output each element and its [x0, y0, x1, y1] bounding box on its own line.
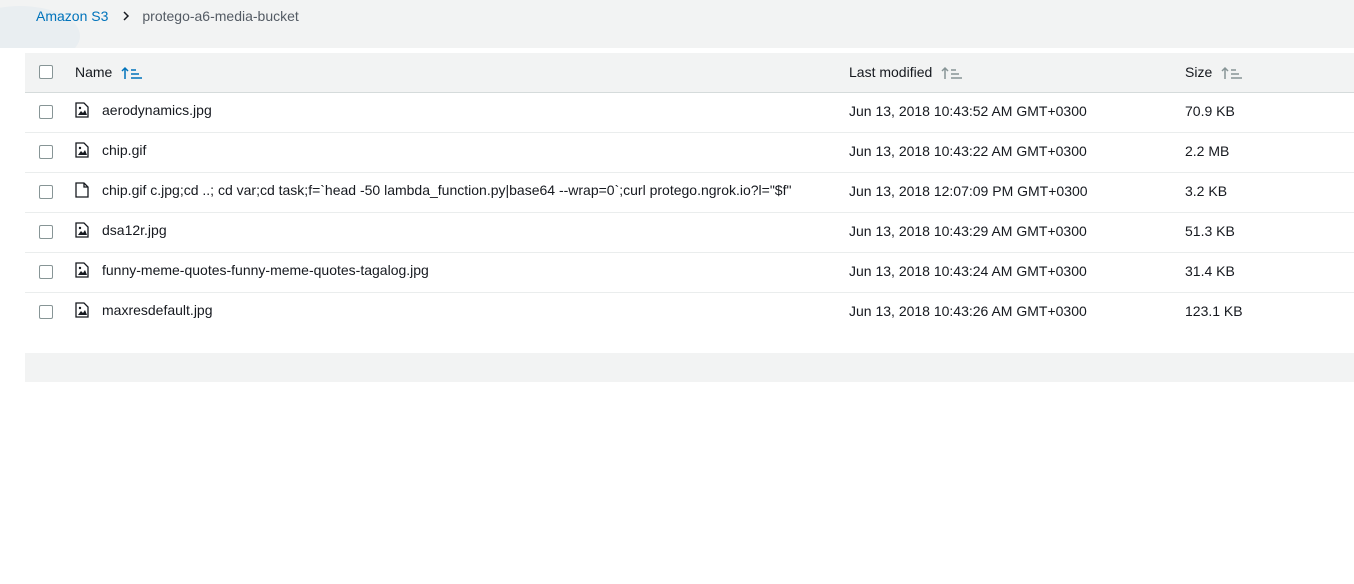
table-footer	[25, 353, 1354, 382]
object-name-link[interactable]: aerodynamics.jpg	[102, 102, 212, 118]
chevron-right-icon	[122, 11, 130, 21]
object-name-link[interactable]: chip.gif c.jpg;cd ..; cd var;cd task;f=`…	[102, 182, 791, 198]
row-modified: Jun 13, 2018 12:07:09 PM GMT+0300	[849, 183, 1088, 199]
object-name-link[interactable]: funny-meme-quotes-funny-meme-quotes-taga…	[102, 262, 429, 278]
image-file-icon	[75, 142, 93, 158]
column-header-last-modified[interactable]: Last modified	[849, 64, 963, 80]
row-checkbox[interactable]	[39, 105, 53, 119]
row-name-cell: maxresdefault.jpg	[75, 302, 213, 318]
sort-ascending-icon[interactable]	[121, 66, 143, 80]
sort-icon[interactable]	[1221, 66, 1243, 80]
breadcrumb-amazon-s3-link[interactable]: Amazon S3	[36, 8, 108, 24]
table-row[interactable]: maxresdefault.jpg Jun 13, 2018 10:43:26 …	[25, 293, 1354, 332]
row-checkbox[interactable]	[39, 305, 53, 319]
sort-icon[interactable]	[941, 66, 963, 80]
row-modified: Jun 13, 2018 10:43:52 AM GMT+0300	[849, 103, 1087, 119]
table-row[interactable]: aerodynamics.jpg Jun 13, 2018 10:43:52 A…	[25, 93, 1354, 133]
column-header-name-label: Name	[75, 64, 113, 80]
objects-table: Name Last modified Size aerodynamics.jpg…	[25, 53, 1354, 332]
row-name-cell: chip.gif	[75, 142, 146, 158]
table-row[interactable]: chip.gif Jun 13, 2018 10:43:22 AM GMT+03…	[25, 133, 1354, 173]
row-size: 31.4 KB	[1185, 263, 1235, 279]
row-modified: Jun 13, 2018 10:43:29 AM GMT+0300	[849, 223, 1087, 239]
row-modified: Jun 13, 2018 10:43:24 AM GMT+0300	[849, 263, 1087, 279]
image-file-icon	[75, 262, 93, 278]
row-name-cell: aerodynamics.jpg	[75, 102, 212, 118]
row-name-cell: dsa12r.jpg	[75, 222, 167, 238]
table-row[interactable]: dsa12r.jpg Jun 13, 2018 10:43:29 AM GMT+…	[25, 213, 1354, 253]
breadcrumb: Amazon S3 protego-a6-media-bucket	[36, 7, 299, 25]
image-file-icon	[75, 222, 93, 238]
top-bar: Amazon S3 protego-a6-media-bucket	[0, 0, 1354, 48]
table-row[interactable]: funny-meme-quotes-funny-meme-quotes-taga…	[25, 253, 1354, 293]
row-name-cell: chip.gif c.jpg;cd ..; cd var;cd task;f=`…	[75, 182, 791, 198]
row-size: 70.9 KB	[1185, 103, 1235, 119]
row-size: 3.2 KB	[1185, 183, 1228, 199]
row-checkbox[interactable]	[39, 185, 53, 199]
row-modified: Jun 13, 2018 10:43:22 AM GMT+0300	[849, 143, 1087, 159]
column-header-size-label: Size	[1185, 64, 1213, 80]
row-size: 123.1 KB	[1185, 303, 1243, 319]
row-checkbox[interactable]	[39, 225, 53, 239]
object-name-link[interactable]: dsa12r.jpg	[102, 222, 167, 238]
row-size: 2.2 MB	[1185, 143, 1230, 159]
object-name-link[interactable]: maxresdefault.jpg	[102, 302, 213, 318]
image-file-icon	[75, 302, 93, 318]
row-name-cell: funny-meme-quotes-funny-meme-quotes-taga…	[75, 262, 429, 278]
row-size: 51.3 KB	[1185, 223, 1235, 239]
table-header: Name Last modified Size	[25, 53, 1354, 93]
select-all-checkbox[interactable]	[39, 65, 53, 79]
image-file-icon	[75, 102, 93, 118]
column-header-name[interactable]: Name	[75, 64, 143, 80]
row-checkbox[interactable]	[39, 145, 53, 159]
row-checkbox[interactable]	[39, 265, 53, 279]
breadcrumb-current-bucket: protego-a6-media-bucket	[142, 8, 299, 24]
table-row[interactable]: chip.gif c.jpg;cd ..; cd var;cd task;f=`…	[25, 173, 1354, 213]
document-file-icon	[75, 182, 93, 198]
column-header-size[interactable]: Size	[1185, 64, 1243, 80]
column-header-last-modified-label: Last modified	[849, 64, 933, 80]
object-name-link[interactable]: chip.gif	[102, 142, 146, 158]
row-modified: Jun 13, 2018 10:43:26 AM GMT+0300	[849, 303, 1087, 319]
